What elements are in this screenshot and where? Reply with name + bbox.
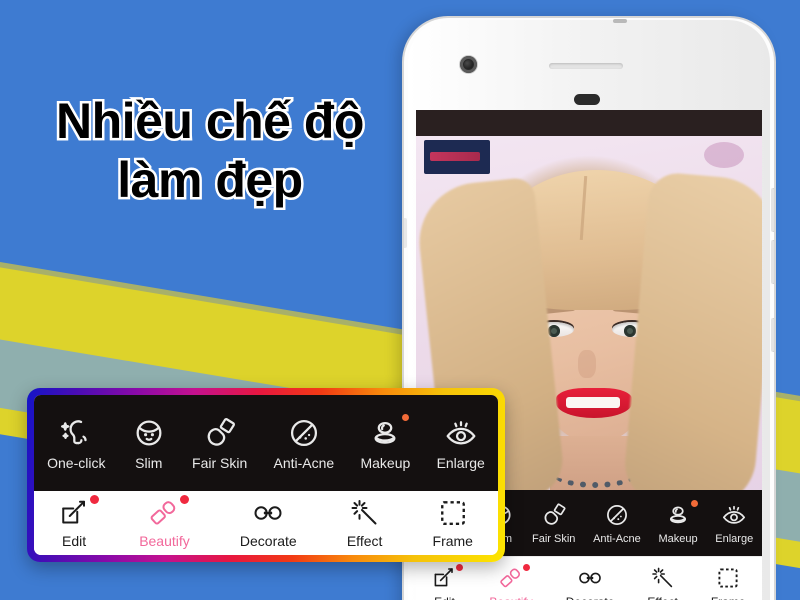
headline-line-1: Nhiều chế độ <box>54 91 367 152</box>
callout-bottom-nav: Edit Beautify Decorate Effect Frame <box>34 491 498 555</box>
lipstick-icon <box>499 564 531 590</box>
nav-item-label: Edit <box>62 532 87 549</box>
beautify-tool-label: Fair Skin <box>532 532 576 545</box>
nav-item-effect[interactable]: Effect <box>631 566 694 600</box>
dashed-frame-icon <box>438 498 468 528</box>
front-camera-icon <box>460 56 477 73</box>
lipstick-icon <box>149 494 190 528</box>
beautify-tool-label: Enlarge <box>436 454 485 471</box>
photo-top-bar <box>416 110 762 136</box>
beautify-tool-label: One-click <box>47 454 106 471</box>
photo-teeth <box>566 397 620 408</box>
photo-pupil-left <box>548 325 560 337</box>
makeup-icon <box>368 413 410 450</box>
magic-wand-icon <box>651 566 675 590</box>
volume-up-button[interactable] <box>771 188 774 232</box>
beautify-tool-makeup[interactable]: Makeup <box>347 413 423 471</box>
zoom-callout-body: One-click Slim Fair Skin Anti-Acne Makeup Enl… <box>34 395 498 555</box>
beautify-tool-fair-skin[interactable]: Fair Skin <box>523 502 584 545</box>
photo-nose <box>578 350 596 378</box>
beautify-tool-anti-acne[interactable]: Anti-Acne <box>260 416 347 471</box>
nav-item-label: Decorate <box>239 532 297 549</box>
nav-item-frame[interactable]: Frame <box>694 566 762 600</box>
nav-item-label: Decorate <box>566 595 615 600</box>
nav-item-edit[interactable]: Edit <box>416 564 473 600</box>
edit-pencil-icon <box>59 494 100 528</box>
beautify-tool-fair-skin[interactable]: Fair Skin <box>179 416 261 471</box>
photo-pupil-right <box>624 325 636 337</box>
eye-enlarge-icon <box>444 416 478 450</box>
callout-beautify-toolbar: One-click Slim Fair Skin Anti-Acne Makeup Enl… <box>34 395 498 491</box>
beautify-tool-enlarge[interactable]: Enlarge <box>423 416 498 471</box>
beautify-tool-label: Anti-Acne <box>593 532 641 545</box>
nav-item-beautify[interactable]: Beautify <box>114 494 215 549</box>
makeup-icon <box>665 499 699 528</box>
volume-down-button[interactable] <box>771 240 774 284</box>
powder-puff-icon <box>541 502 567 528</box>
bottom-nav: Edit Beautify Decorate Effect Frame <box>416 556 762 600</box>
notification-badge <box>456 564 464 571</box>
notification-badge <box>180 494 190 504</box>
earpiece-speaker-icon <box>549 63 623 69</box>
nav-item-beautify[interactable]: Beautify <box>473 564 549 600</box>
nav-item-decorate[interactable]: Decorate <box>549 566 631 600</box>
beautify-tool-label: Anti-Acne <box>273 454 335 471</box>
notification-badge <box>523 564 531 571</box>
headline: Nhiều chế độ làm đẹp <box>0 91 420 211</box>
headline-line-2: làm đẹp <box>115 150 306 211</box>
one-click-beauty-icon <box>59 416 93 450</box>
beautify-tool-label: Enlarge <box>715 532 754 545</box>
nav-item-label: Frame <box>432 532 473 549</box>
notification-badge <box>402 413 410 421</box>
left-side-button[interactable] <box>404 218 407 248</box>
anti-acne-icon <box>604 502 630 528</box>
face-slim-icon <box>132 416 166 450</box>
zoom-callout-panel: One-click Slim Fair Skin Anti-Acne Makeup Enl… <box>27 388 505 562</box>
nav-item-label: Effect <box>647 595 677 600</box>
beautify-tool-label: Makeup <box>360 454 411 471</box>
power-button[interactable] <box>771 318 774 352</box>
beautify-tool-anti-acne[interactable]: Anti-Acne <box>584 502 649 545</box>
beautify-tool-one-click[interactable]: One-click <box>34 416 119 471</box>
nav-item-edit[interactable]: Edit <box>34 494 114 549</box>
nav-item-label: Edit <box>434 595 455 600</box>
dashed-frame-icon <box>716 566 740 590</box>
beautify-tool-label: Slim <box>135 454 163 471</box>
anti-acne-icon <box>287 416 321 450</box>
edit-pencil-icon <box>432 564 464 590</box>
magic-wand-icon <box>350 498 380 528</box>
powder-puff-icon <box>203 416 237 450</box>
beautify-tool-slim[interactable]: Slim <box>119 416 179 471</box>
notification-badge <box>691 499 699 507</box>
beautify-tool-enlarge[interactable]: Enlarge <box>706 502 762 545</box>
bow-tie-icon <box>253 498 283 528</box>
nav-item-label: Effect <box>346 532 383 549</box>
eye-enlarge-icon <box>721 502 747 528</box>
beautify-tool-label: Makeup <box>658 532 698 545</box>
nav-item-frame[interactable]: Frame <box>407 498 498 549</box>
nav-item-effect[interactable]: Effect <box>322 498 408 549</box>
nav-item-label: Beautify <box>139 532 190 549</box>
promo-screenshot: Nhiều chế độ làm đẹp Fair Skin Anti-Acne… <box>0 0 800 600</box>
beautify-tool-label: Fair Skin <box>192 454 248 471</box>
nav-item-label: Frame <box>711 595 746 600</box>
notification-badge <box>90 494 100 504</box>
nav-item-label: Beautify <box>489 595 532 600</box>
phone-top-mark <box>613 19 627 23</box>
bow-tie-icon <box>578 566 602 590</box>
nav-item-decorate[interactable]: Decorate <box>215 498 322 549</box>
proximity-sensor-icon <box>574 94 600 105</box>
beautify-tool-makeup[interactable]: Makeup <box>650 499 707 545</box>
